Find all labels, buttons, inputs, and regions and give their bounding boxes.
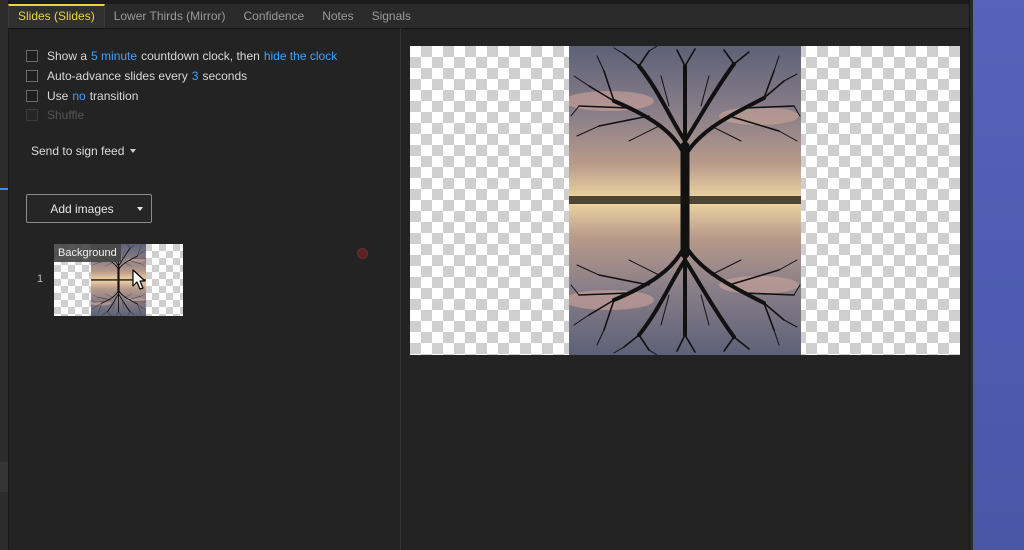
left-panel-accent bbox=[0, 188, 8, 190]
shuffle-checkbox bbox=[26, 109, 38, 121]
add-images-label: Add images bbox=[50, 201, 114, 216]
slide-index: 1 bbox=[37, 273, 44, 285]
tree-image-preview bbox=[569, 46, 801, 355]
left-panel-edge bbox=[0, 0, 9, 550]
autoadvance-option: Auto-advance slides every 3 seconds bbox=[26, 67, 247, 85]
countdown-after-link[interactable]: hide the clock bbox=[264, 49, 337, 63]
desktop-background bbox=[969, 0, 1024, 550]
shuffle-label: Shuffle bbox=[47, 108, 85, 122]
send-to-feed-label: Send to sign feed bbox=[31, 144, 125, 158]
transition-checkbox[interactable] bbox=[26, 90, 38, 102]
panel-divider[interactable] bbox=[400, 28, 401, 550]
tab-lower-thirds[interactable]: Lower Thirds (Mirror) bbox=[105, 4, 235, 28]
countdown-text-pre: Show a bbox=[47, 49, 88, 63]
chevron-down-icon bbox=[130, 149, 137, 153]
tab-slides[interactable]: Slides (Slides) bbox=[8, 4, 105, 28]
countdown-text-mid: countdown clock, then bbox=[141, 49, 260, 63]
tab-bar: Slides (Slides) Lower Thirds (Mirror) Co… bbox=[8, 4, 969, 29]
tab-signals[interactable]: Signals bbox=[363, 4, 420, 28]
transition-text-pre: Use bbox=[47, 89, 69, 103]
add-images-menu-button[interactable] bbox=[129, 195, 151, 222]
autoadvance-text-post: seconds bbox=[202, 69, 248, 83]
send-to-feed-dropdown[interactable]: Send to sign feed bbox=[31, 144, 137, 158]
slide-thumbnail[interactable]: Background bbox=[54, 244, 183, 316]
transition-type-link[interactable]: no bbox=[72, 89, 85, 103]
autoadvance-text-pre: Auto-advance slides every bbox=[47, 69, 188, 83]
autoadvance-seconds-link[interactable]: 3 bbox=[192, 69, 199, 83]
slide-label: Background bbox=[54, 244, 121, 262]
left-panel-handle bbox=[0, 462, 8, 492]
mouse-pointer-icon bbox=[132, 269, 146, 290]
countdown-checkbox[interactable] bbox=[26, 50, 38, 62]
chevron-down-icon bbox=[137, 206, 143, 211]
tab-notes[interactable]: Notes bbox=[313, 4, 362, 28]
add-images-button[interactable]: Add images bbox=[26, 194, 152, 223]
tab-confidence[interactable]: Confidence bbox=[235, 4, 314, 28]
transition-option: Use no transition bbox=[26, 87, 138, 105]
shuffle-option: Shuffle bbox=[26, 106, 84, 124]
live-indicator-dot bbox=[357, 248, 368, 259]
window-right-border bbox=[970, 0, 973, 550]
transition-text-post: transition bbox=[89, 89, 139, 103]
countdown-option: Show a 5 minute countdown clock, then hi… bbox=[26, 47, 337, 65]
countdown-duration-link[interactable]: 5 minute bbox=[91, 49, 137, 63]
autoadvance-checkbox[interactable] bbox=[26, 70, 38, 82]
slide-preview bbox=[410, 46, 960, 355]
